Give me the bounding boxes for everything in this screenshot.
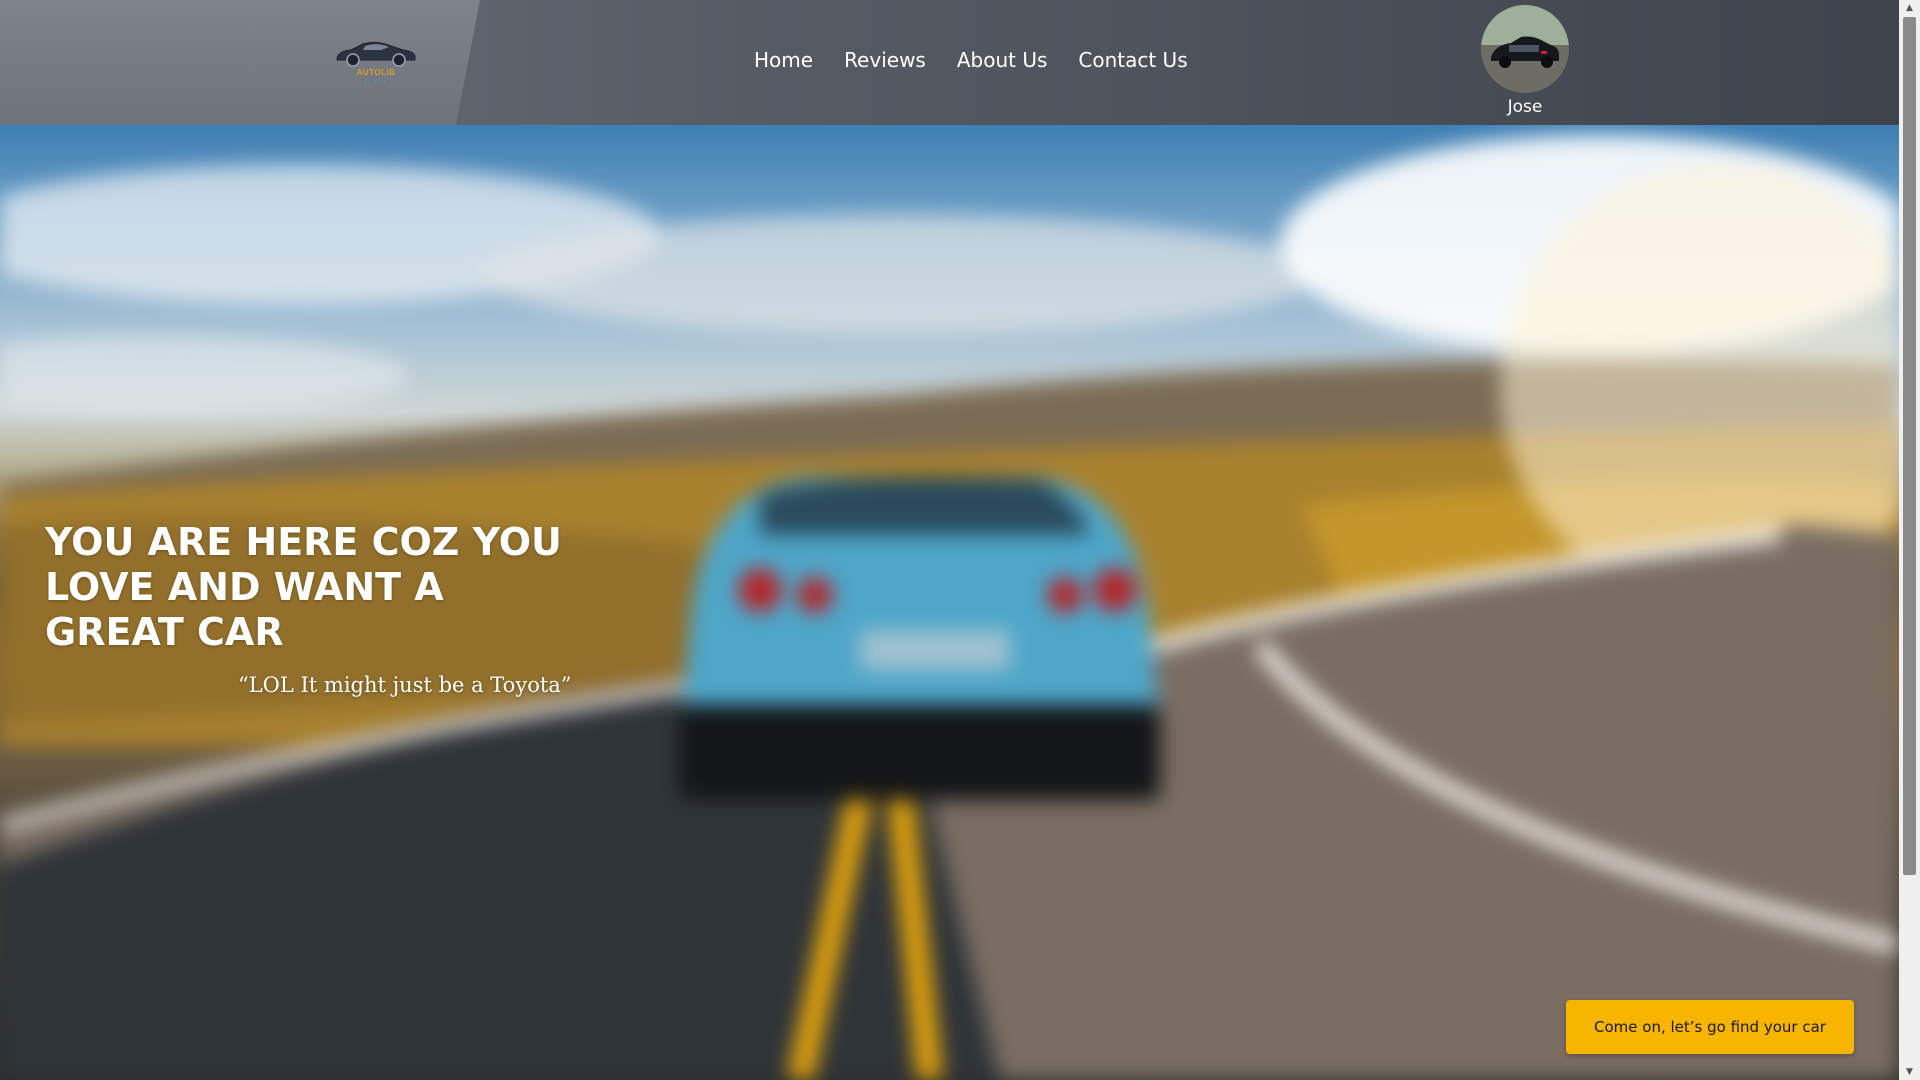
profile-name: Jose xyxy=(1507,97,1543,117)
nav-reviews[interactable]: Reviews xyxy=(844,48,926,72)
logo-text: AUTOLIB xyxy=(356,68,396,77)
hero-headline: YOU ARE HERE COZ YOU LOVE AND WANT A GRE… xyxy=(45,520,562,654)
main-nav: Home Reviews About Us Contact Us xyxy=(754,48,1219,72)
hero-quote: “LOL It might just be a Toyota” xyxy=(238,673,572,697)
scroll-down-icon[interactable]: ▼ xyxy=(1899,1064,1920,1080)
scroll-up-icon[interactable]: ▲ xyxy=(1899,0,1920,16)
avatar-car-icon xyxy=(1481,5,1569,93)
nav-home[interactable]: Home xyxy=(754,48,813,72)
hero-section: YOU ARE HERE COZ YOU LOVE AND WANT A GRE… xyxy=(0,125,1899,1080)
user-profile[interactable]: Jose xyxy=(1480,5,1570,117)
page: AUTOLIB • • • Home Reviews About Us Cont… xyxy=(0,0,1920,1080)
nav-about-us[interactable]: About Us xyxy=(957,48,1048,72)
navbar: AUTOLIB • • • Home Reviews About Us Cont… xyxy=(0,0,1899,125)
logo-dots: • • • xyxy=(363,79,389,86)
brand-logo[interactable]: AUTOLIB • • • xyxy=(333,38,419,90)
vertical-scrollbar[interactable]: ▲ ▼ xyxy=(1899,0,1920,1080)
avatar[interactable] xyxy=(1481,5,1569,93)
car-logo-icon xyxy=(336,41,416,67)
nav-contact-us[interactable]: Contact Us xyxy=(1078,48,1187,72)
find-car-button[interactable]: Come on, let’s go find your car xyxy=(1566,1000,1854,1054)
scroll-thumb[interactable] xyxy=(1903,17,1916,875)
